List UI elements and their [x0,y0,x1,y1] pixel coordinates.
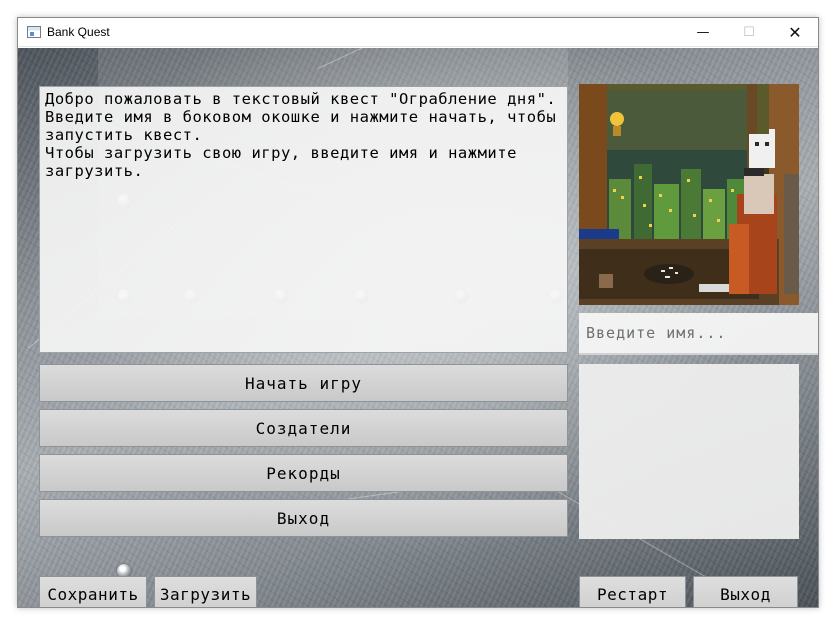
load-button[interactable]: Загрузить [154,576,257,607]
game-area: Добро пожаловать в текстовый квест "Огра… [18,48,818,607]
window-title: Bank Quest [47,25,110,39]
restart-button[interactable]: Рестарт [579,576,686,607]
records-button[interactable]: Рекорды [39,454,568,492]
scene-image [579,84,799,305]
start-game-button[interactable]: Начать игру [39,364,568,402]
close-icon: ✕ [788,23,802,42]
minimize-button[interactable]: — [680,18,726,47]
app-window-icon [27,26,41,38]
close-button[interactable]: ✕ [772,18,818,47]
info-panel [579,364,799,539]
maximize-icon: ☐ [743,25,755,40]
menu-exit-button[interactable]: Выход [39,499,568,537]
story-text: Добро пожаловать в текстовый квест "Огра… [39,86,568,353]
exit-button[interactable]: Выход [693,576,798,607]
minimize-icon: — [696,25,710,40]
player-name-input[interactable] [579,313,818,355]
title-bar[interactable]: Bank Quest — ☐ ✕ [18,18,818,47]
creators-button[interactable]: Создатели [39,409,568,447]
save-button[interactable]: Сохранить [39,576,147,607]
maximize-button[interactable]: ☐ [726,18,772,47]
app-window: Bank Quest — ☐ ✕ Добро пожаловать в текс… [17,17,819,608]
scene-pixel-art [579,84,799,305]
